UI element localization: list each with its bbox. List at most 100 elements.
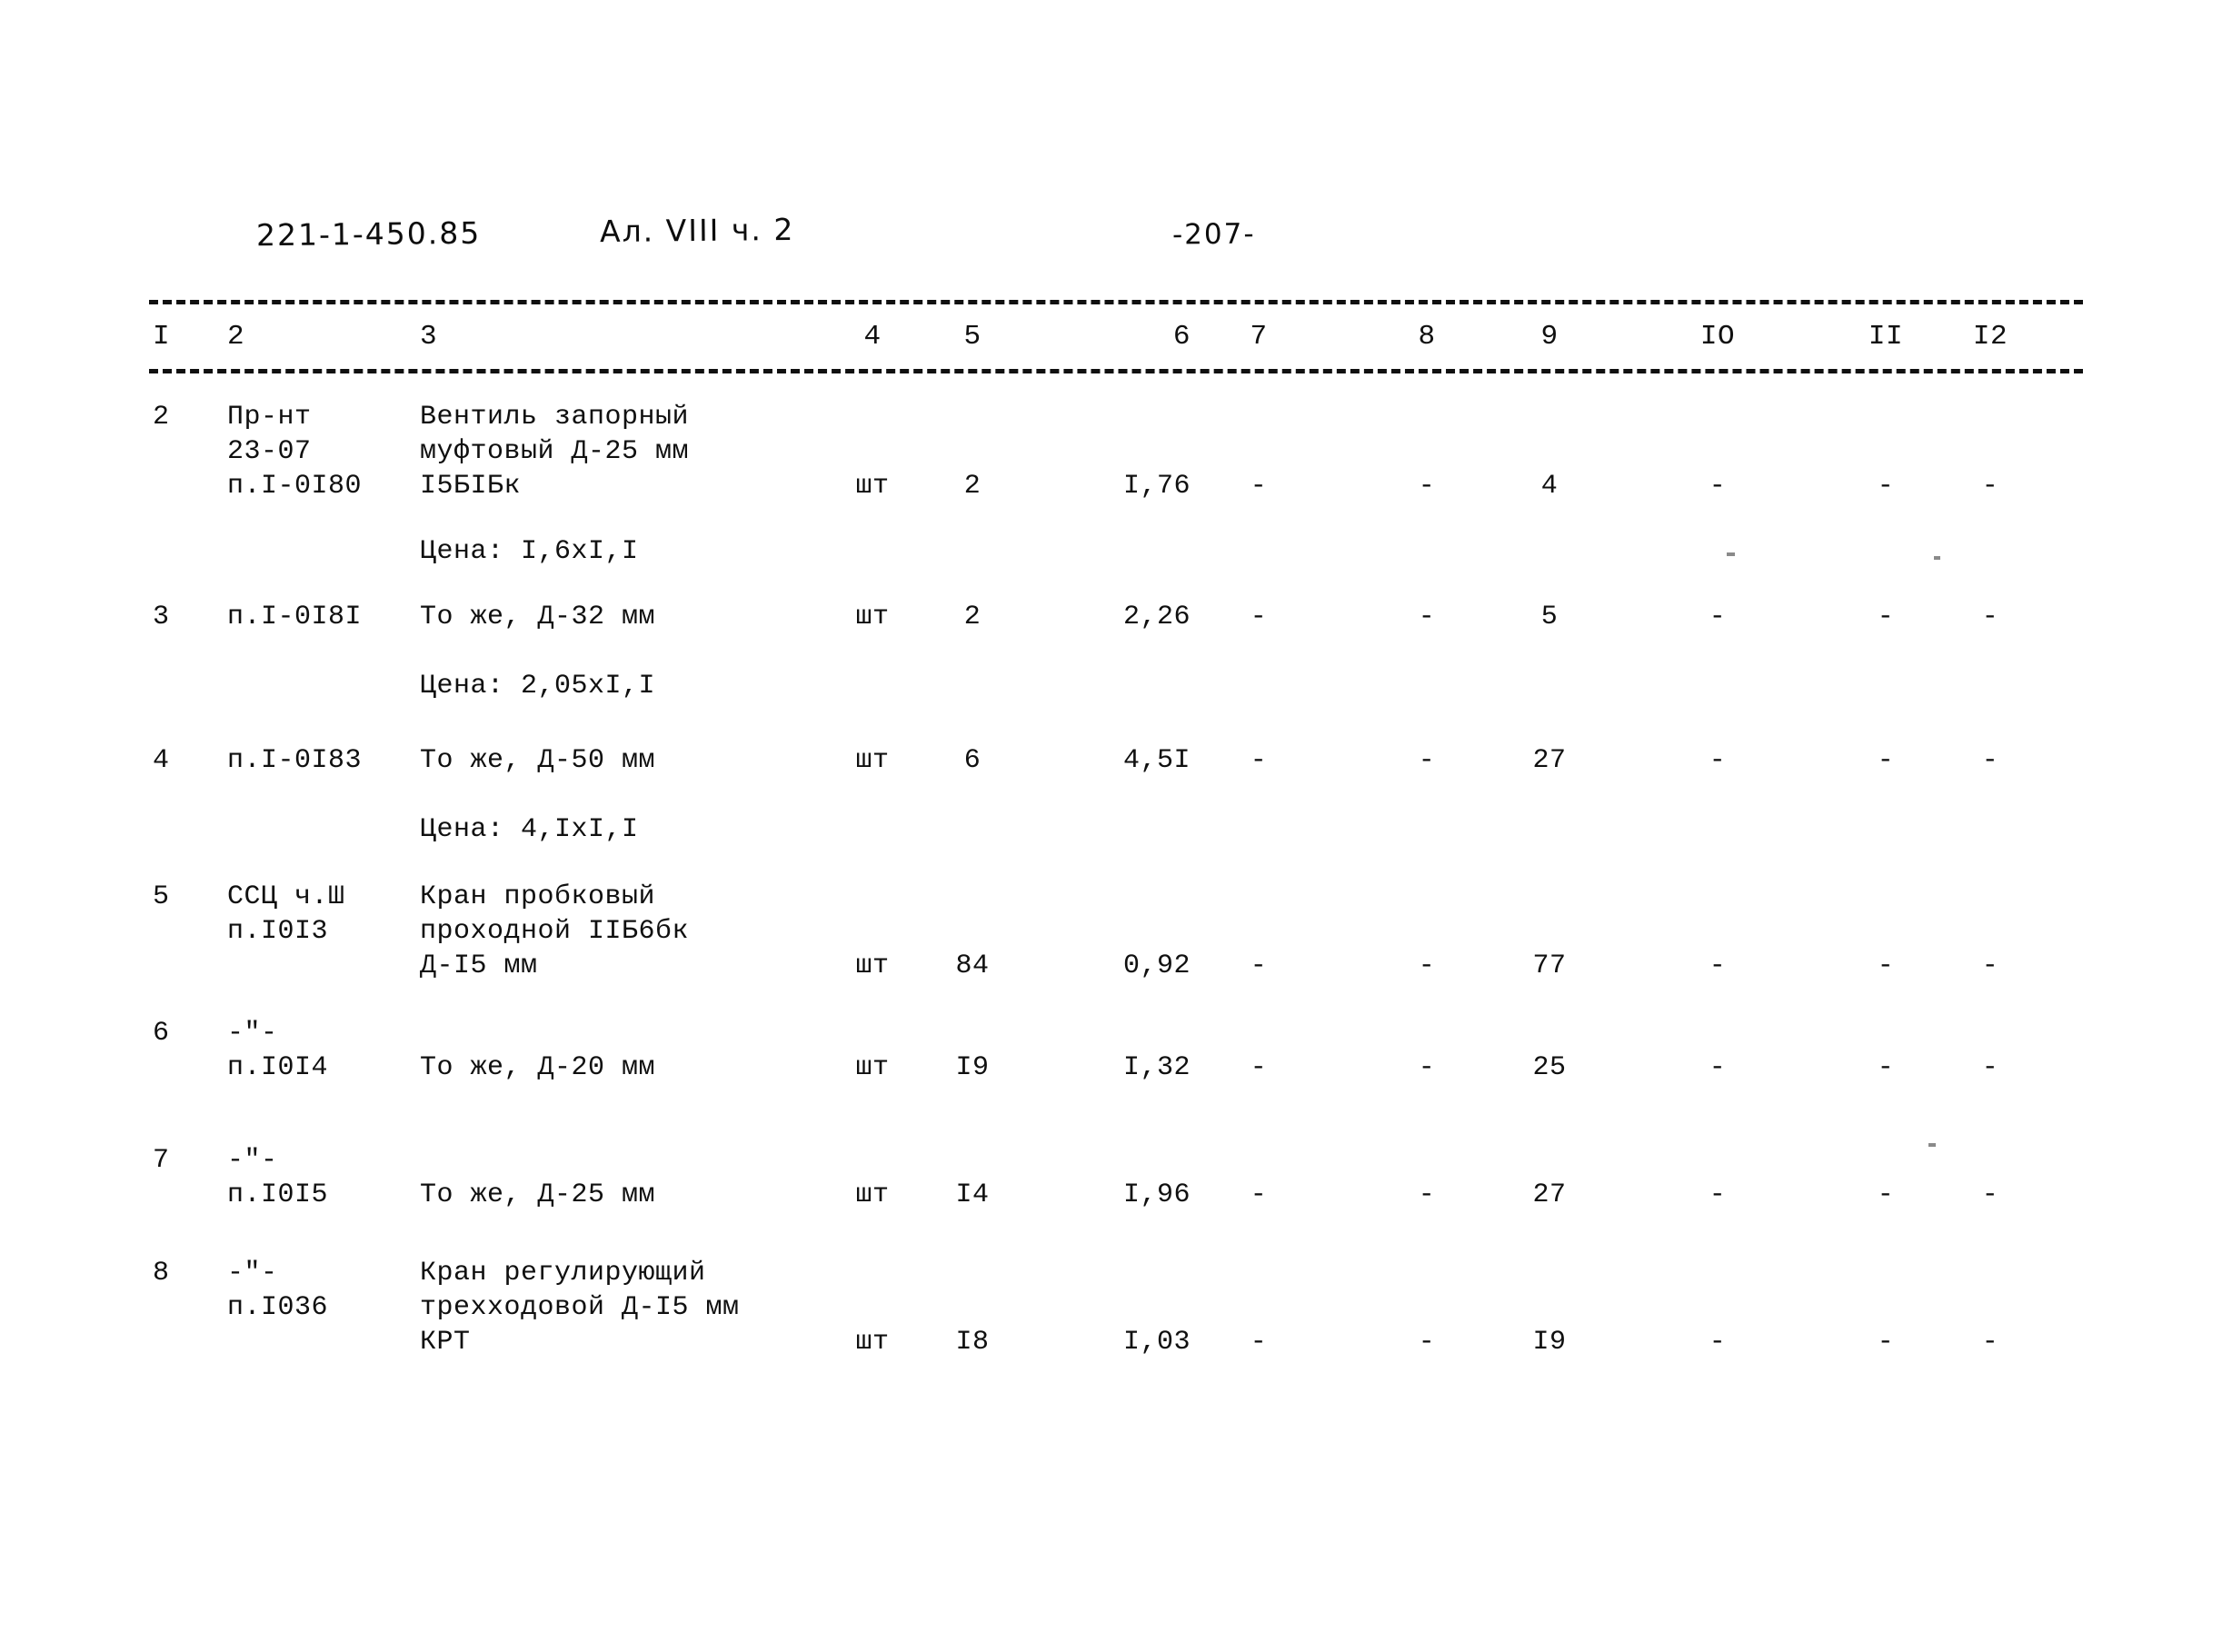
row-col7: - [1250,471,1268,502]
row-col11: - [1877,602,1895,632]
row-col10: - [1709,950,1727,981]
row-col12: - [1981,1052,1999,1083]
row-col12: - [1981,602,1999,632]
row-number: 8 [153,1258,170,1289]
row-col12: - [1981,950,1999,981]
row-quantity: I9 [955,1052,990,1083]
row-col10: - [1709,745,1727,776]
column-header-4: 4 [863,321,882,353]
row-number: 2 [153,402,170,433]
row-col11: - [1877,471,1895,502]
row-number: 3 [153,602,170,632]
row-col11: - [1877,745,1895,776]
row-description: То же, Д-25 мм [420,1179,656,1210]
row-col6: 0,92 [1122,950,1191,981]
row-description: Кран регулирующий трехходовой Д-I5 мм КР… [420,1258,740,1358]
column-header-9: 9 [1540,321,1559,353]
column-header-12: I2 [1972,321,2008,353]
row-col9: 27 [1532,1179,1567,1210]
row-col6: I,03 [1122,1327,1191,1358]
row-col9: 5 [1540,602,1559,632]
scan-artifact [1928,1143,1936,1147]
row-quantity: 84 [955,950,990,981]
row-col6: I,96 [1122,1179,1191,1210]
row-col7: - [1250,1179,1268,1210]
column-header-11: II [1868,321,1904,353]
row-unit: шт [855,602,890,632]
row-col12: - [1981,1179,1999,1210]
row-col11: - [1877,1052,1895,1083]
row-description: То же, Д-50 мм [420,745,656,776]
row-unit: шт [855,1052,890,1083]
row-number: 7 [153,1145,170,1176]
row-code: -"- п.I0I4 [227,1018,329,1083]
row-col8: - [1418,1327,1436,1358]
row-col8: - [1418,1052,1436,1083]
row-col6: 2,26 [1122,602,1191,632]
row-description: Кран пробковый проходной IIБ6бк Д-I5 мм [420,881,690,981]
row-col11: - [1877,1327,1895,1358]
row-price-note: Цена: 4,IxI,I [420,814,639,845]
row-col7: - [1250,950,1268,981]
row-code: п.I-0I83 [227,745,363,776]
row-col7: - [1250,1327,1268,1358]
row-col6: 4,5I [1122,745,1191,776]
row-code: п.I-0I8I [227,602,363,632]
row-col10: - [1709,602,1727,632]
row-col9: 77 [1532,950,1567,981]
column-header-1: I [153,321,171,353]
row-col8: - [1418,471,1436,502]
row-col9: I9 [1532,1327,1567,1358]
table-top-rule [149,300,2083,304]
row-description: Вентиль запорный муфтовый Д-25 мм I5БIБк [420,402,690,502]
row-col6: I,32 [1122,1052,1191,1083]
row-col6: I,76 [1122,471,1191,502]
row-unit: шт [855,1179,890,1210]
row-unit: шт [855,950,890,981]
row-col8: - [1418,745,1436,776]
column-header-5: 5 [963,321,981,353]
row-col7: - [1250,745,1268,776]
row-col7: - [1250,602,1268,632]
row-col10: - [1709,1179,1727,1210]
row-col9: 27 [1532,745,1567,776]
row-description: То же, Д-32 мм [420,602,656,632]
row-code: Пр-нт 23-07 п.I-0I80 [227,402,363,502]
scan-artifact [1934,556,1940,560]
row-col10: - [1709,1052,1727,1083]
row-col8: - [1418,1179,1436,1210]
row-number: 6 [153,1018,170,1049]
row-col7: - [1250,1052,1268,1083]
page-header: 221-1-450.85 Ал. VIII ч. 2 -207- [0,211,2222,265]
row-quantity: 6 [963,745,981,776]
scan-artifact [1727,552,1735,556]
project-code: 221-1-450.85 [255,214,482,254]
row-col10: - [1709,1327,1727,1358]
row-col9: 25 [1532,1052,1567,1083]
row-code: ССЦ ч.Ш п.I0I3 [227,881,345,947]
column-header-10: IO [1699,321,1736,353]
row-number: 5 [153,881,170,912]
column-header-2: 2 [227,321,245,353]
row-quantity: 2 [963,471,981,502]
row-col12: - [1981,471,1999,502]
row-price-note: Цена: 2,05xI,I [420,671,656,702]
row-col8: - [1418,950,1436,981]
row-unit: шт [855,471,890,502]
column-header-3: 3 [420,321,438,353]
row-col8: - [1418,602,1436,632]
page-number: -207- [1171,217,1256,252]
row-description: То же, Д-20 мм [420,1052,656,1083]
row-col10: - [1709,471,1727,502]
row-col11: - [1877,1179,1895,1210]
row-quantity: I4 [955,1179,990,1210]
column-header-8: 8 [1418,321,1436,353]
row-quantity: 2 [963,602,981,632]
row-col9: 4 [1540,471,1559,502]
column-header-7: 7 [1250,321,1268,353]
row-unit: шт [855,1327,890,1358]
row-quantity: I8 [955,1327,990,1358]
album-reference: Ал. VIII ч. 2 [599,211,795,250]
row-code: -"- п.I0I5 [227,1145,329,1210]
row-code: -"- п.I036 [227,1258,329,1323]
